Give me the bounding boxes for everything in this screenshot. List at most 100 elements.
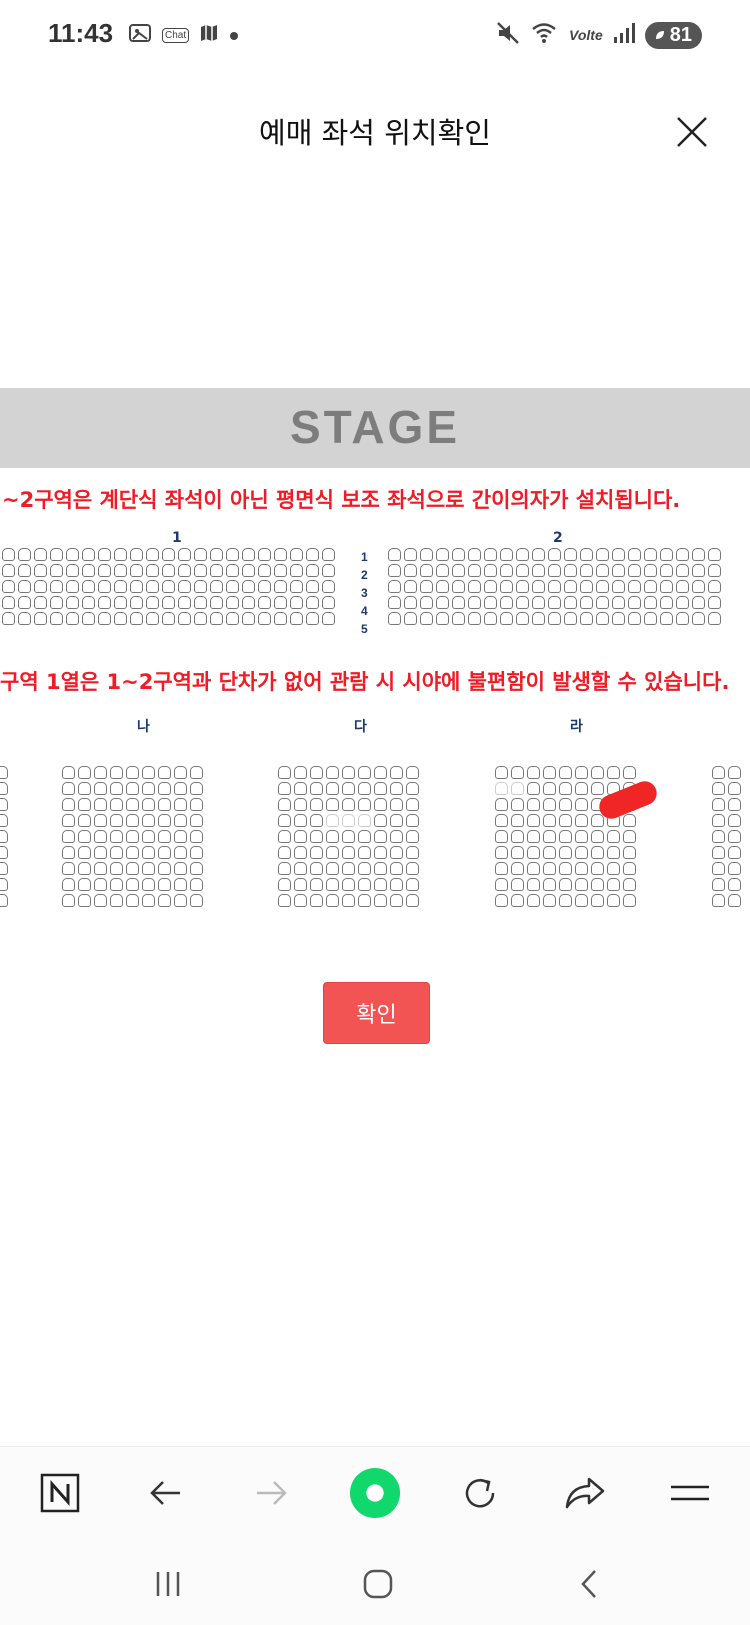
menu-button[interactable] [664,1467,716,1519]
seat [623,766,636,779]
seat [226,548,239,561]
home-button[interactable] [353,1562,403,1606]
seat [342,798,355,811]
seat [0,862,8,875]
close-button[interactable] [672,112,712,152]
refresh-button[interactable] [454,1467,506,1519]
seat [559,846,572,859]
seat [612,564,625,577]
seat [126,766,139,779]
dot-icon [229,26,239,45]
seat [0,782,8,795]
seat [62,830,75,843]
seat [628,548,641,561]
seat [94,846,107,859]
refresh-icon [465,1478,495,1508]
seat [114,580,127,593]
seat [516,548,529,561]
seat [258,596,271,609]
seat [500,564,513,577]
confirm-button[interactable]: 확인 [323,982,430,1044]
seat [326,814,339,827]
seat [406,830,419,843]
seat [178,564,191,577]
seat [190,814,203,827]
seat [194,580,207,593]
seat [516,580,529,593]
seat [660,564,673,577]
seat [500,596,513,609]
seat-block-section-ga [0,766,8,907]
seat [278,814,291,827]
forward-button[interactable] [245,1467,297,1519]
seat [712,830,725,843]
seat [130,596,143,609]
seat [628,564,641,577]
seat [158,862,171,875]
seat [242,596,255,609]
seat [174,798,187,811]
seat [388,612,401,625]
share-button[interactable] [559,1467,611,1519]
seat [18,612,31,625]
seat [580,564,593,577]
back-button[interactable] [140,1467,192,1519]
seat [452,564,465,577]
seat [94,830,107,843]
seat [612,612,625,625]
seat [708,548,721,561]
seat [390,782,403,795]
seat [142,798,155,811]
seat [728,766,741,779]
seat [676,596,689,609]
seat [676,612,689,625]
seat [374,830,387,843]
seat [468,612,481,625]
seat [342,878,355,891]
battery-icon: 81 [644,21,702,49]
seat [190,894,203,907]
system-back-button[interactable] [564,1562,614,1606]
seat [591,830,604,843]
status-right-icons: Volte 81 [495,20,702,50]
seat [110,846,123,859]
seat [406,894,419,907]
seat [294,878,307,891]
recent-apps-button[interactable] [143,1562,193,1606]
seat [342,862,355,875]
seat [126,878,139,891]
seat [178,548,191,561]
naver-home-button[interactable] [34,1467,86,1519]
seat [174,782,187,795]
seat [708,580,721,593]
seat [575,782,588,795]
seat [114,596,127,609]
seat [226,580,239,593]
seat [294,766,307,779]
seat [194,596,207,609]
seat [278,878,291,891]
seat [310,862,323,875]
green-dot-button[interactable] [349,1467,401,1519]
seat [62,878,75,891]
seat [94,798,107,811]
seat [575,766,588,779]
seat [98,580,111,593]
seat [310,830,323,843]
seat [274,612,287,625]
seat [130,564,143,577]
seat [310,766,323,779]
seat [66,580,79,593]
seat [527,782,540,795]
seat [388,548,401,561]
seat [406,878,419,891]
seat [468,580,481,593]
seat [274,564,287,577]
seat [2,548,15,561]
close-icon [677,117,707,147]
seat [114,612,127,625]
seat [580,580,593,593]
seat [62,766,75,779]
seat [158,766,171,779]
seat [676,548,689,561]
